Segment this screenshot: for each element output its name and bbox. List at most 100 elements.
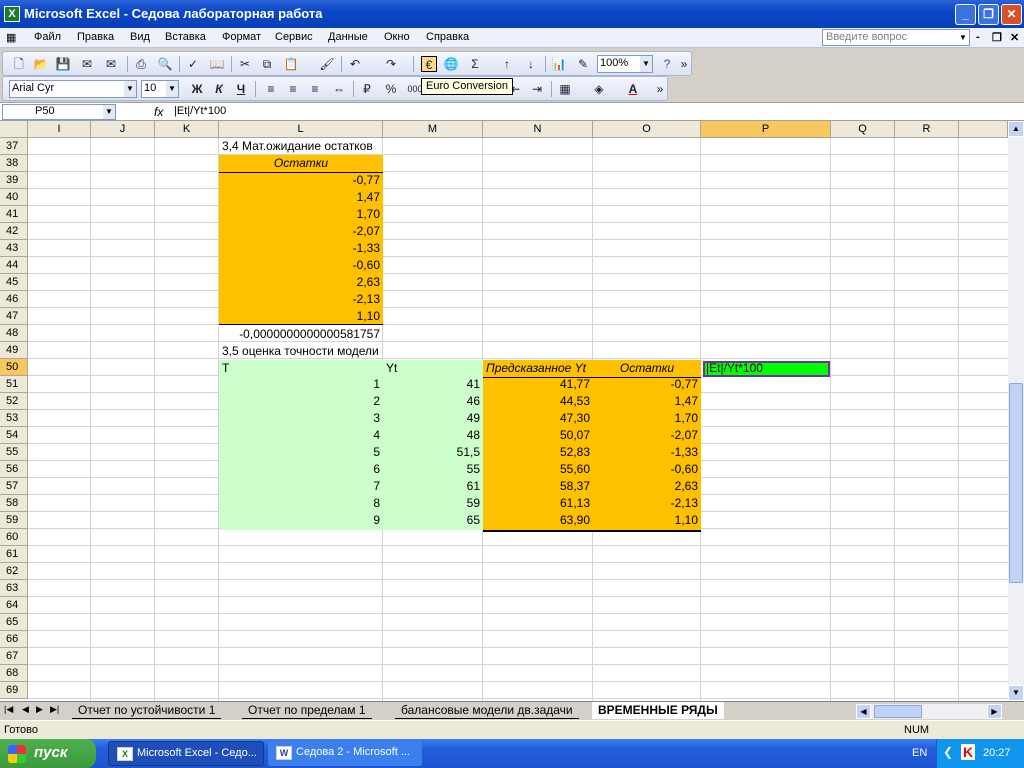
residual-cell[interactable]: -0,60 (219, 257, 383, 274)
cell-residual[interactable]: -2,07 (593, 427, 701, 444)
cell-predicted[interactable]: 63,90 (483, 512, 593, 529)
row-header-49[interactable]: 49 (0, 342, 28, 359)
row-header-65[interactable]: 65 (0, 614, 28, 631)
sort-ascending-icon[interactable]: ↑ (499, 56, 515, 72)
cell-t[interactable]: 1 (219, 376, 383, 393)
cell-yt[interactable]: 55 (383, 461, 483, 478)
sheet-tab-3[interactable]: балансовые модели дв.задачи (395, 702, 579, 719)
increase-indent-icon[interactable]: ⇥ (529, 81, 545, 97)
fx-icon[interactable]: fx (154, 105, 163, 119)
fill-color-icon[interactable]: ◈ (591, 81, 607, 97)
cell-predicted[interactable]: 44,53 (483, 393, 593, 410)
row-header-69[interactable]: 69 (0, 682, 28, 699)
cell-t[interactable]: 7 (219, 478, 383, 495)
chevron-down-icon[interactable]: ▼ (957, 30, 969, 45)
formula-input[interactable]: |Et|/Yt*100 (174, 105, 226, 117)
chevron-down-icon[interactable]: ▼ (103, 105, 115, 119)
doc-minimize-button[interactable]: - (976, 31, 980, 43)
menu-edit[interactable]: Правка (77, 31, 114, 43)
minimize-button[interactable]: _ (955, 4, 976, 25)
row-header-63[interactable]: 63 (0, 580, 28, 597)
cell-n50[interactable]: Предсказанное Yt (483, 360, 593, 377)
spelling-icon[interactable]: ✓ (185, 56, 201, 72)
vertical-scrollbar[interactable]: ▲ ▼ (1008, 121, 1024, 701)
row-header-42[interactable]: 42 (0, 223, 28, 240)
cell-t[interactable]: 9 (219, 512, 383, 529)
toolbar-options-icon[interactable]: » (679, 56, 689, 72)
cell-t[interactable]: 2 (219, 393, 383, 410)
row-header-56[interactable]: 56 (0, 461, 28, 478)
euro-conversion-icon[interactable]: € (421, 56, 437, 72)
cell-predicted[interactable]: 50,07 (483, 427, 593, 444)
scroll-up-icon[interactable]: ▲ (1008, 121, 1024, 137)
row-header-52[interactable]: 52 (0, 393, 28, 410)
cell-t[interactable]: 5 (219, 444, 383, 461)
redo-icon[interactable]: ↷ (383, 56, 399, 72)
sheet-tab-1[interactable]: Отчет по устойчивости 1 (72, 702, 222, 719)
horizontal-scrollbar[interactable]: ◀ ▶ (856, 704, 1002, 719)
horizontal-scroll-thumb[interactable] (874, 705, 922, 718)
restore-button[interactable]: ❐ (978, 4, 999, 25)
permission-icon[interactable]: ✉ (79, 56, 95, 72)
col-header-j[interactable]: J (91, 121, 155, 138)
cell-m50[interactable]: Yt (383, 360, 400, 377)
cell-residual[interactable]: 1,70 (593, 410, 701, 427)
menu-help[interactable]: Справка (426, 31, 469, 43)
percent-icon[interactable]: % (383, 81, 399, 97)
sheet-tab-4[interactable]: ВРЕМЕННЫЕ РЯДЫ (592, 702, 724, 719)
menu-view[interactable]: Вид (130, 31, 150, 43)
cell-residual[interactable]: 1,10 (593, 512, 701, 529)
row-header-37[interactable]: 37 (0, 138, 28, 155)
copy-icon[interactable]: ⧉ (259, 56, 275, 72)
cell-yt[interactable]: 48 (383, 427, 483, 444)
scroll-left-icon[interactable]: ◀ (856, 704, 871, 719)
save-icon[interactable]: 💾 (55, 56, 71, 72)
doc-restore-button[interactable]: ❐ (992, 31, 1002, 44)
underline-button[interactable]: Ч (233, 81, 249, 97)
open-icon[interactable]: 📂 (33, 56, 49, 72)
row-header-61[interactable]: 61 (0, 546, 28, 563)
chart-wizard-icon[interactable]: 📊 (551, 56, 567, 72)
col-header-l[interactable]: L (219, 121, 383, 138)
align-center-icon[interactable]: ≡ (285, 81, 301, 97)
help-icon[interactable]: ? (659, 56, 675, 72)
cell-predicted[interactable]: 58,37 (483, 478, 593, 495)
row-header-43[interactable]: 43 (0, 240, 28, 257)
menu-format[interactable]: Формат (222, 31, 261, 43)
cell-yt[interactable]: 51,5 (383, 444, 483, 461)
scroll-right-icon[interactable]: ▶ (987, 704, 1002, 719)
cell-t[interactable]: 8 (219, 495, 383, 512)
col-header-r[interactable]: R (895, 121, 959, 138)
cell-yt[interactable]: 41 (383, 376, 483, 393)
row-header-53[interactable]: 53 (0, 410, 28, 427)
chevron-down-icon[interactable]: ▼ (640, 56, 652, 72)
cell-yt[interactable]: 59 (383, 495, 483, 512)
cell-l37[interactable]: 3,4 Мат.ожидание остатков (219, 138, 376, 155)
excel-app-icon[interactable]: X (4, 6, 20, 22)
spreadsheet-grid[interactable]: I J K L M N O P Q R 37 38 39 40 41 42 43 44 45 46… (0, 121, 1008, 701)
hyperlink-icon[interactable]: 🌐 (443, 56, 459, 72)
cell-predicted[interactable]: 41,77 (483, 376, 593, 393)
col-header-i[interactable]: I (28, 121, 91, 138)
cell-t[interactable]: 3 (219, 410, 383, 427)
row-header-57[interactable]: 57 (0, 478, 28, 495)
row-header-46[interactable]: 46 (0, 291, 28, 308)
residual-cell[interactable]: 1,70 (219, 206, 383, 223)
last-sheet-icon[interactable]: ▶| (50, 704, 59, 715)
col-header-m[interactable]: M (383, 121, 483, 138)
cell-residual[interactable]: 2,63 (593, 478, 701, 495)
row-header-68[interactable]: 68 (0, 665, 28, 682)
new-icon[interactable]: 🗋 (11, 56, 27, 72)
menu-file[interactable]: Файл (34, 31, 61, 43)
borders-icon[interactable]: ▦ (557, 81, 573, 97)
cell-t[interactable]: 6 (219, 461, 383, 478)
residual-cell[interactable]: -2,07 (219, 223, 383, 240)
bold-button[interactable]: Ж (189, 81, 205, 97)
cell-l49[interactable]: 3,5 оценка точности модели (219, 343, 382, 360)
col-header-p[interactable]: P (701, 121, 831, 138)
cell-residual[interactable]: -1,33 (593, 444, 701, 461)
row-header-67[interactable]: 67 (0, 648, 28, 665)
row-header-45[interactable]: 45 (0, 274, 28, 291)
menu-insert[interactable]: Вставка (165, 31, 206, 43)
autosum-icon[interactable]: Σ (467, 56, 483, 72)
